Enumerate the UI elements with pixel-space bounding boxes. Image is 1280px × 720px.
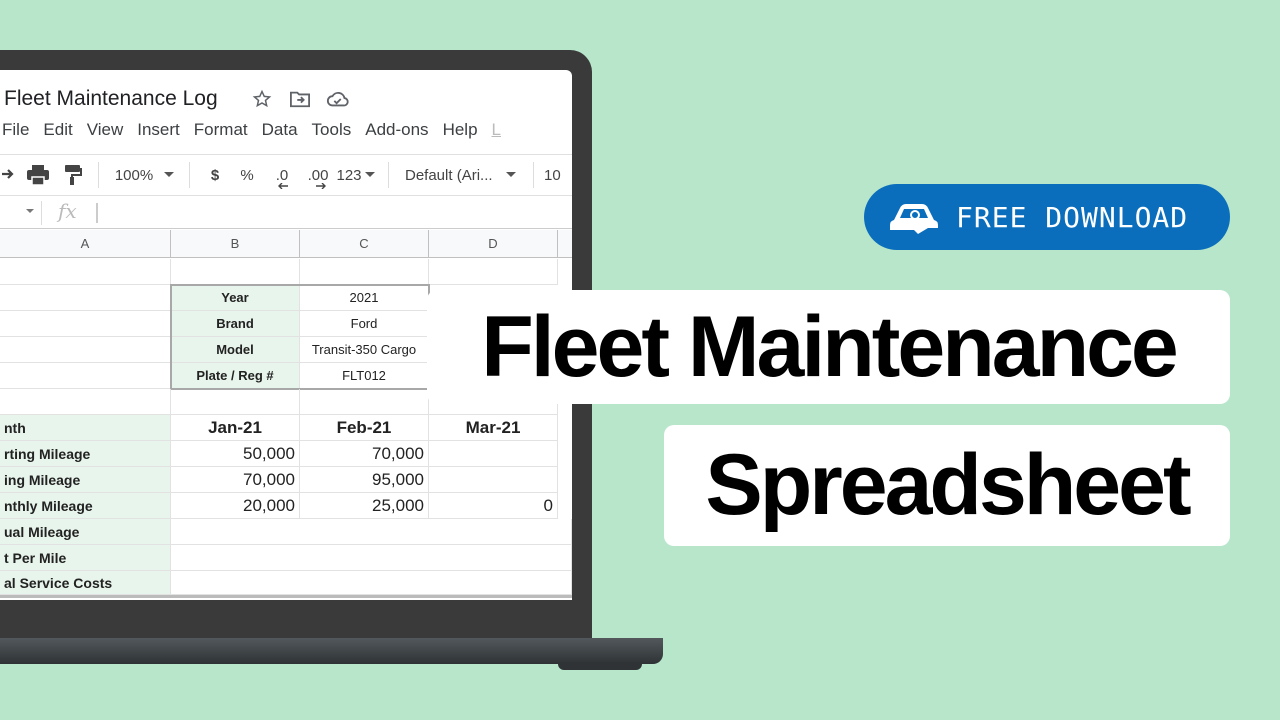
zoom-dropdown-icon[interactable] — [159, 155, 179, 195]
print-icon[interactable] — [18, 155, 58, 195]
cell[interactable] — [429, 259, 558, 285]
redo-icon[interactable] — [0, 155, 18, 195]
vehicle-info-value[interactable]: Transit-350 Cargo — [300, 337, 429, 363]
last-edit-link[interactable]: L — [492, 120, 508, 140]
paint-format-icon[interactable] — [58, 155, 88, 195]
percent-format-button[interactable]: % — [230, 155, 264, 195]
column-header-d[interactable]: D — [429, 230, 558, 258]
menu-edit[interactable]: Edit — [43, 120, 79, 140]
free-download-button[interactable]: FREE DOWNLOAD — [864, 184, 1230, 250]
toolbar-divider — [189, 162, 190, 188]
menu-format[interactable]: Format — [194, 120, 255, 140]
row-label[interactable]: ual Mileage — [0, 519, 171, 545]
toolbar-divider — [533, 162, 534, 188]
data-cell[interactable]: 70,000 — [300, 441, 429, 467]
cell[interactable] — [0, 337, 171, 363]
toolbar-divider — [98, 162, 99, 188]
headline-card: Spreadsheet — [664, 425, 1230, 546]
month-header[interactable]: Mar-21 — [429, 415, 558, 441]
vehicle-info-value[interactable]: 2021 — [300, 285, 429, 311]
column-header-c[interactable]: C — [300, 230, 429, 258]
data-cell[interactable]: 95,000 — [300, 467, 429, 493]
fx-icon: fx — [58, 199, 77, 223]
menu-view[interactable]: View — [87, 120, 131, 140]
table-bottom-border — [0, 595, 572, 598]
data-cell[interactable]: 50,000 — [171, 441, 300, 467]
data-cell[interactable]: 20,000 — [171, 493, 300, 519]
toolbar-divider — [388, 162, 389, 188]
menu-help[interactable]: Help — [443, 120, 485, 140]
data-cell[interactable]: 70,000 — [171, 467, 300, 493]
merged-cell[interactable] — [171, 571, 572, 595]
menu-file[interactable]: File — [2, 120, 36, 140]
decrease-decimal-button[interactable]: .0 — [264, 155, 300, 195]
laptop-base — [0, 638, 663, 664]
more-formats-dropdown-icon[interactable] — [362, 155, 378, 195]
merged-cell[interactable] — [171, 519, 572, 545]
data-cell[interactable]: 0 — [429, 493, 558, 519]
vehicle-info-label[interactable]: Plate / Reg # — [171, 363, 300, 389]
currency-format-button[interactable]: $ — [200, 155, 230, 195]
increase-decimal-label: .00 — [307, 166, 329, 184]
doc-title[interactable]: Fleet Maintenance Log — [4, 87, 218, 111]
merged-cell[interactable] — [171, 545, 572, 571]
data-cell[interactable]: 25,000 — [300, 493, 429, 519]
row-label[interactable]: rting Mileage — [0, 441, 171, 467]
column-header-a[interactable]: A — [0, 230, 171, 258]
month-header[interactable]: Jan-21 — [171, 415, 300, 441]
more-formats-button[interactable]: 123 — [336, 155, 362, 195]
menu-bar: File Edit View Insert Format Data Tools … — [2, 120, 515, 140]
month-header[interactable]: Feb-21 — [300, 415, 429, 441]
row-label[interactable]: ing Mileage — [0, 467, 171, 493]
cell[interactable] — [0, 363, 171, 389]
vehicle-info-label[interactable]: Brand — [171, 311, 300, 337]
vehicle-info-value[interactable]: FLT012 — [300, 363, 429, 389]
column-header-e[interactable] — [558, 230, 572, 258]
car-icon — [890, 204, 938, 234]
increase-decimal-button[interactable]: .00 — [300, 155, 336, 195]
toolbar: 100% $ % .0 .00 123 Default (Ari... 10 — [0, 154, 572, 196]
headline-card: Fleet Maintenance — [427, 290, 1230, 404]
row-label-month[interactable]: nth — [0, 415, 171, 441]
zoom-select[interactable]: 100% — [109, 155, 159, 195]
vehicle-info-label[interactable]: Model — [171, 337, 300, 363]
laptop-foot — [558, 662, 642, 670]
data-cell[interactable] — [429, 441, 558, 467]
headline-line-2: Spreadsheet — [705, 437, 1191, 533]
menu-tools[interactable]: Tools — [312, 120, 359, 140]
formula-bar: fx — [0, 197, 572, 229]
cell[interactable] — [171, 259, 300, 285]
data-cell[interactable] — [429, 467, 558, 493]
font-size-select[interactable]: 10 — [544, 155, 564, 195]
formula-divider — [41, 201, 42, 225]
formula-cursor — [96, 203, 98, 223]
font-dropdown-icon[interactable] — [499, 155, 523, 195]
title-bar: Fleet Maintenance Log — [4, 84, 364, 114]
cell[interactable] — [300, 389, 429, 415]
cell[interactable] — [0, 285, 171, 311]
cell[interactable] — [171, 389, 300, 415]
menu-insert[interactable]: Insert — [137, 120, 187, 140]
cell[interactable] — [0, 259, 171, 285]
decrease-decimal-label: .0 — [275, 166, 289, 184]
star-icon[interactable] — [250, 87, 274, 111]
menu-addons[interactable]: Add-ons — [365, 120, 435, 140]
cloud-saved-icon[interactable] — [326, 87, 350, 111]
headline-line-1: Fleet Maintenance — [481, 298, 1179, 395]
name-box-dropdown-icon[interactable] — [26, 209, 34, 213]
row-label[interactable]: t Per Mile — [0, 545, 171, 571]
free-download-label: FREE DOWNLOAD — [956, 200, 1189, 234]
column-header-b[interactable]: B — [171, 230, 300, 258]
row-label[interactable]: nthly Mileage — [0, 493, 171, 519]
cell[interactable] — [0, 389, 171, 415]
row-label[interactable]: al Service Costs — [0, 571, 171, 595]
menu-data[interactable]: Data — [262, 120, 305, 140]
vehicle-info-label[interactable]: Year — [171, 285, 300, 311]
move-to-folder-icon[interactable] — [288, 87, 312, 111]
cell[interactable] — [300, 259, 429, 285]
vehicle-info-value[interactable]: Ford — [300, 311, 429, 337]
font-select[interactable]: Default (Ari... — [399, 155, 499, 195]
cell[interactable] — [0, 311, 171, 337]
